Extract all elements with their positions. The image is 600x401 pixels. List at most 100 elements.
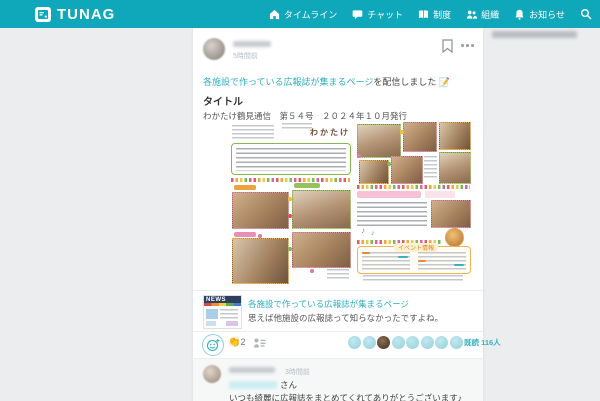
nav-item-programs[interactable]: 制度 [418,8,451,21]
nav-search-button[interactable] [580,8,592,20]
newsletter-address-lines [232,125,274,139]
reader-avatar[interactable] [377,336,390,349]
post-subtitle: わかたけ鶴見通信 第５４号 ２０２４年１０月発行 [203,110,407,122]
add-reaction-button[interactable] [202,334,224,356]
event-schedule-left [362,252,410,270]
post-more-button[interactable] [461,44,474,47]
photo-label-green [294,183,320,188]
link-preview-title[interactable]: 各施設で作っている広報誌が集まるページ [248,298,409,310]
dot-divider [231,178,350,182]
reaction-detail-button[interactable] [253,336,266,354]
food-photo-round [445,228,464,247]
music-note-pink: ♪ [361,226,365,235]
thumb-block3 [226,321,238,326]
newsletter-photo [439,122,471,150]
post-timestamp: 5時間前 [233,51,258,61]
post-body-link[interactable]: 各施設で作っている広報誌が集まるページ [203,77,373,87]
thumb-block2 [206,321,216,326]
nav-label: 制度 [433,8,451,21]
mention-link-blurred[interactable] [229,381,277,389]
nav-label: タイムライン [284,8,337,21]
post-card: 5時間前 各施設で作っている広報誌が集まるページを配信しました 📝 タイトル わ… [193,28,483,401]
collage-caption-lines [424,156,437,178]
music-note-blue: ♪ [371,230,375,237]
account-label-blurred [492,31,577,38]
poster-name-blurred [233,41,271,47]
flower-dot [310,269,314,273]
event-info-header: イベント情報 [394,243,438,252]
nav-label: チャット [367,8,403,21]
post-body-rest: を配信しました [373,77,436,87]
clap-reaction[interactable]: 👏2 [228,337,245,348]
nav-menu: タイムライン チャット 制度 組織 お知らせ [269,0,592,28]
reader-avatar[interactable] [392,336,405,349]
nav-label: お知らせ [529,8,565,21]
reader-avatar[interactable] [435,336,448,349]
divider [193,331,483,332]
nav-item-organization[interactable]: 組織 [466,8,499,21]
newsletter-left-page: わかたけ [230,122,352,284]
link-preview-description: 思えば他施設の広報誌って知らなかったですよね。 [248,312,443,324]
commenter-avatar[interactable] [203,365,221,383]
event-info-box: イベント情報 [357,246,471,274]
newsletter-image[interactable]: わかたけ [203,122,473,285]
nav-item-timeline[interactable]: タイムライン [269,8,337,21]
event-mark [454,264,464,266]
newsletter-page-title: わかたけ [310,127,350,138]
reader-avatar[interactable] [406,336,419,349]
poster-avatar[interactable] [203,38,225,60]
read-avatars[interactable]: 既読 116人 [348,336,501,349]
event-mark [362,252,370,254]
newsletter-photo [431,200,471,228]
people-icon [466,9,477,20]
reader-avatar[interactable] [363,336,376,349]
person-list-icon [253,337,266,349]
read-count-label[interactable]: 既読 116人 [464,337,501,348]
clap-emoji: 👏 [228,337,240,348]
flower-dot [288,197,292,201]
flower-dot [400,130,404,134]
event-mark [418,260,426,262]
brand-name: TUNAG [57,6,115,23]
greeting-text-lines [236,148,346,171]
comment-mention-row: さん [229,380,297,389]
newsletter-photo [359,160,389,184]
article-text-lines [357,202,427,226]
thumb-photo-block [206,309,218,319]
reader-avatar[interactable] [348,336,361,349]
newsletter-photo [232,238,289,284]
flower-dot [258,234,262,238]
bookmark-button[interactable] [442,39,453,58]
thumb-news-label: NEWS [204,296,241,303]
tunag-logo[interactable]: TUNAG [35,0,115,28]
memo-emoji: 📝 [439,77,450,87]
newsletter-photo [391,156,423,184]
tunag-app: TUNAG タイムライン チャット 制度 組織 お知らせ [0,0,600,401]
tunag-logo-icon [35,7,51,22]
newsletter-photo [292,190,351,229]
newsletter-photo [439,152,471,184]
search-icon [580,8,592,20]
newsletter-issue-lines [282,123,312,130]
post-title: タイトル [203,93,243,108]
newsletter-photo [292,232,351,268]
newsletter-greeting-box [231,143,351,175]
flower-dot [357,154,361,158]
section-header-pink [357,191,421,198]
photo-label-pink [234,232,256,237]
newsletter-right-page: ♪ ♪ イベント情報 [357,122,470,284]
nav-item-notifications[interactable]: お知らせ [514,8,565,21]
chat-icon [352,9,363,20]
nav-item-chat[interactable]: チャット [352,8,403,21]
reader-avatar[interactable] [450,336,463,349]
reader-avatar[interactable] [421,336,434,349]
newsletter-photo [232,192,289,229]
thumb-rainbow-stripe [204,303,241,306]
photo-label-orange [234,185,256,190]
flower-dot [288,214,292,218]
home-icon [269,9,280,20]
smiley-plus-icon [206,338,220,352]
section-header-pink2 [425,191,455,198]
link-preview-thumbnail[interactable]: NEWS [203,295,242,329]
book-icon [418,9,429,20]
